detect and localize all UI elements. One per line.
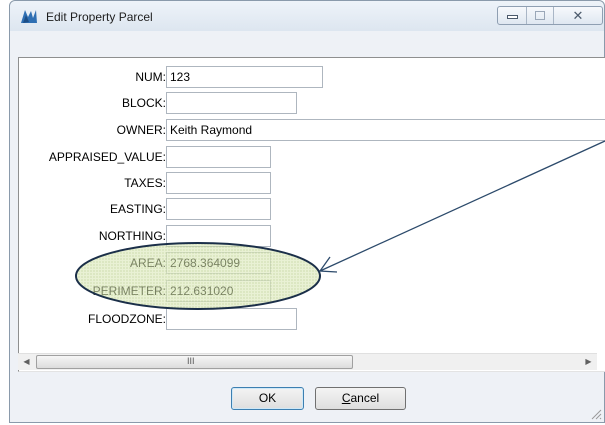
minimize-button[interactable]	[498, 7, 527, 24]
appraised-value-input[interactable]	[166, 146, 271, 168]
close-icon: ✕	[572, 8, 584, 23]
field-row-taxes: TAXES:	[19, 171, 605, 195]
ok-button[interactable]: OK	[231, 387, 304, 410]
field-row-northing: NORTHING:	[19, 224, 605, 248]
floodzone-input[interactable]	[166, 308, 297, 330]
field-row-num: NUM: 123	[19, 65, 605, 89]
field-row-area: AREA: 2768.364099	[19, 251, 605, 275]
window-controls: ✕	[497, 6, 603, 25]
area-value: 2768.364099	[166, 252, 271, 274]
field-row-block: BLOCK:	[19, 91, 605, 115]
property-form-panel: NUM: 123 BLOCK: OWNER: Keith Raymond APP…	[18, 57, 605, 372]
taxes-label: TAXES:	[124, 176, 166, 190]
area-label: AREA:	[129, 256, 166, 270]
title-bar[interactable]: Edit Property Parcel ✕	[10, 1, 604, 31]
app-icon	[21, 10, 37, 23]
perimeter-label: PERIMETER:	[92, 284, 166, 298]
scroll-right-icon[interactable]: ▶	[580, 354, 597, 370]
block-input[interactable]	[166, 92, 297, 114]
block-label: BLOCK:	[121, 96, 166, 110]
scrollbar-grip: III	[187, 356, 195, 366]
close-button[interactable]: ✕	[554, 7, 602, 24]
maximize-button[interactable]	[527, 7, 554, 24]
minimize-icon	[507, 15, 518, 19]
field-row-floodzone: FLOODZONE:	[19, 307, 605, 331]
horizontal-scrollbar[interactable]: ◀ III ▶	[18, 353, 597, 370]
easting-label: EASTING:	[109, 202, 166, 216]
field-row-appraised-value: APPRAISED_VALUE:	[19, 145, 605, 169]
appraised-value-label: APPRAISED_VALUE:	[48, 150, 166, 164]
cancel-button[interactable]: Cancel	[315, 387, 406, 410]
floodzone-label: FLOODZONE:	[87, 312, 166, 326]
owner-label: OWNER:	[116, 123, 166, 137]
northing-input[interactable]	[166, 225, 271, 247]
cancel-label: Cancel	[341, 391, 380, 405]
num-input[interactable]: 123	[166, 66, 323, 88]
taxes-input[interactable]	[166, 172, 271, 194]
resize-grip-icon[interactable]	[590, 408, 602, 420]
field-row-owner: OWNER: Keith Raymond	[19, 118, 605, 142]
field-row-perimeter: PERIMETER: 212.631020	[19, 279, 605, 303]
perimeter-value: 212.631020	[166, 280, 271, 302]
scroll-left-icon[interactable]: ◀	[18, 354, 35, 370]
num-label: NUM:	[135, 70, 166, 84]
maximize-icon	[535, 11, 545, 20]
easting-input[interactable]	[166, 198, 271, 220]
northing-label: NORTHING:	[98, 229, 166, 243]
field-row-easting: EASTING:	[19, 197, 605, 221]
window-title: Edit Property Parcel	[46, 10, 153, 24]
owner-input[interactable]: Keith Raymond	[166, 119, 605, 141]
scrollbar-thumb[interactable]: III	[36, 355, 353, 369]
dialog-window: Edit Property Parcel ✕ NUM: 123 BLOCK: O…	[9, 0, 605, 423]
